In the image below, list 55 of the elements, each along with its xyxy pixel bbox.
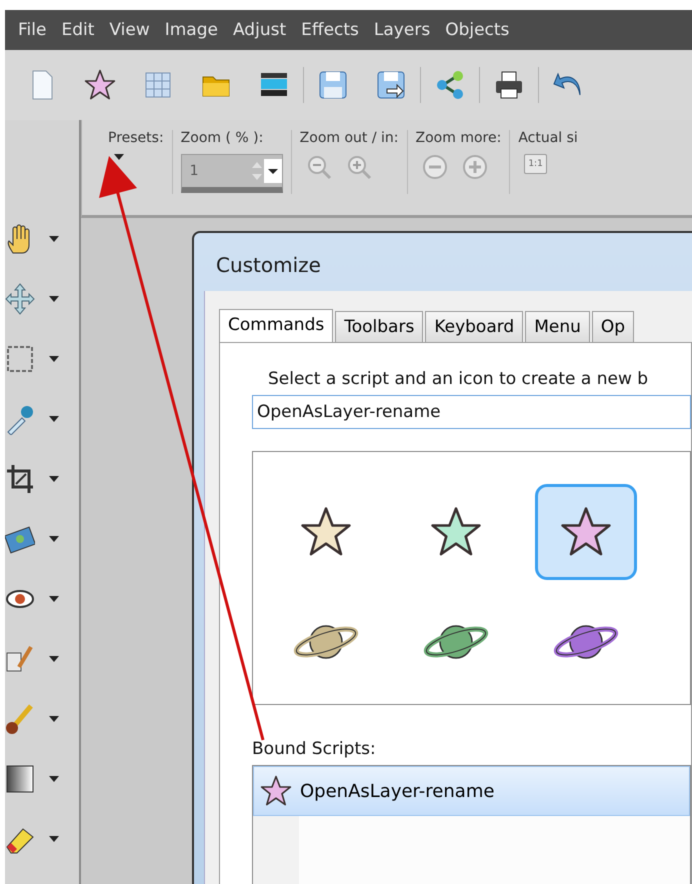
caret-icon[interactable]	[49, 296, 59, 302]
tab[interactable]: Toolbars	[335, 311, 424, 342]
tab[interactable]: Menu	[525, 311, 590, 342]
eyedropper-icon[interactable]	[5, 403, 35, 435]
star-icon	[430, 506, 482, 558]
menu-item[interactable]: Adjust	[228, 20, 296, 40]
menu-item[interactable]: Image	[160, 20, 228, 40]
bound-script-row[interactable]: OpenAsLayer-rename	[253, 766, 690, 816]
caret-icon[interactable]	[114, 154, 124, 160]
dialog-title: Customize	[215, 252, 321, 279]
zoom-field[interactable]: 1	[180, 154, 283, 193]
save-icon[interactable]	[317, 69, 349, 101]
menu-item[interactable]: File	[13, 20, 56, 40]
dropdown-icon[interactable]	[264, 159, 282, 183]
star-icon	[300, 506, 352, 558]
tab[interactable]: Op	[592, 311, 634, 342]
script-name: OpenAsLayer-rename	[300, 780, 494, 802]
menu-item[interactable]: Layers	[368, 20, 440, 40]
menu-item[interactable]: Edit	[56, 20, 104, 40]
zoom-more-label: Zoom more:	[416, 130, 502, 146]
caret-icon[interactable]	[49, 356, 59, 362]
group-label: Select a script and an icon to create a new b	[268, 369, 650, 389]
save-as-icon[interactable]	[375, 69, 407, 101]
printer-icon[interactable]	[493, 69, 525, 101]
tab[interactable]: Commands	[219, 309, 334, 342]
presets-label: Presets:	[108, 130, 164, 146]
icon-option[interactable]	[535, 484, 637, 580]
share-icon[interactable]	[434, 69, 466, 101]
caret-icon[interactable]	[49, 716, 59, 722]
caret-icon[interactable]	[49, 236, 59, 242]
star-icon	[260, 775, 292, 807]
bound-scripts-label: Bound Scripts:	[252, 739, 377, 759]
zoom-out-in-label: Zoom out / in:	[300, 130, 399, 146]
crop-icon[interactable]	[5, 463, 35, 495]
tab[interactable]: Keyboard	[425, 311, 524, 342]
star-icon	[84, 69, 116, 101]
caret-icon[interactable]	[49, 596, 59, 602]
menu-item[interactable]: Objects	[440, 20, 520, 40]
actual-size-label: Actual si	[518, 130, 578, 146]
zoom-label: Zoom ( % ):	[180, 130, 264, 146]
caret-icon[interactable]	[49, 476, 59, 482]
caret-icon[interactable]	[49, 656, 59, 662]
actual-size-button[interactable]: 1:1	[524, 154, 547, 174]
script-field[interactable]: OpenAsLayer-rename	[252, 395, 691, 429]
caret-icon[interactable]	[49, 416, 59, 422]
gradient-icon[interactable]	[5, 763, 35, 795]
move-arrows-icon[interactable]	[5, 283, 35, 315]
menu-item[interactable]: View	[104, 20, 160, 40]
caret-icon[interactable]	[49, 536, 59, 542]
menu-item[interactable]: Effects	[296, 20, 369, 40]
paintbrush-icon[interactable]	[5, 703, 35, 735]
caret-icon[interactable]	[49, 836, 59, 842]
caret-icon[interactable]	[49, 776, 59, 782]
selection-rectangle-icon[interactable]	[5, 343, 35, 375]
star-icon	[560, 506, 612, 558]
